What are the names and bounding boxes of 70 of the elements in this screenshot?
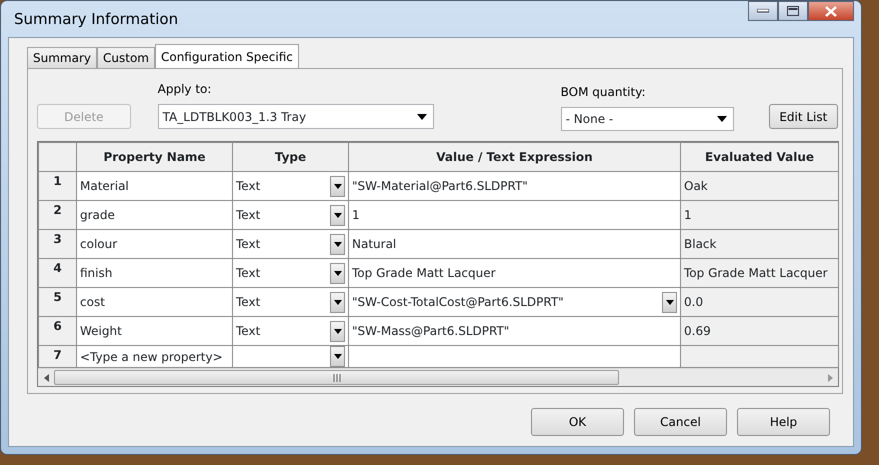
- type-cell[interactable]: Text: [232, 230, 348, 258]
- minimize-button[interactable]: [748, 1, 778, 21]
- type-text: Text: [236, 265, 260, 282]
- bom-quantity-dropdown[interactable]: - None -: [560, 107, 734, 131]
- column-header: Evaluated Value: [680, 142, 838, 172]
- table-cell[interactable]: Weight: [76, 316, 232, 346]
- apply-to-dropdown[interactable]: TA_LDTBLK003_1.3 Tray: [158, 104, 434, 129]
- type-text: Text: [236, 236, 260, 253]
- table-cell: 1: [680, 200, 838, 230]
- tab[interactable]: Custom: [97, 47, 155, 68]
- dropdown-button[interactable]: [330, 204, 345, 226]
- type-text: Text: [236, 294, 260, 311]
- type-cell[interactable]: Text: [232, 200, 348, 230]
- table-cell[interactable]: grade: [76, 200, 232, 230]
- header-cell: [38, 142, 76, 172]
- dropdown-button[interactable]: [330, 234, 345, 254]
- dropdown-button[interactable]: [330, 292, 345, 312]
- window-title: Summary Information: [13, 8, 178, 30]
- maximize-icon: [787, 6, 799, 16]
- table-cell[interactable]: colour: [76, 230, 232, 258]
- dialog-button[interactable]: OK: [531, 408, 624, 436]
- table-cell[interactable]: cost: [76, 288, 232, 316]
- column-header: Type: [232, 142, 348, 172]
- dropdown-button[interactable]: [662, 292, 677, 312]
- type-cell[interactable]: Text: [232, 288, 348, 316]
- row-number: 3: [38, 230, 76, 258]
- apply-to-label: Apply to:: [158, 81, 212, 98]
- table-cell[interactable]: Material: [76, 172, 232, 200]
- type-cell[interactable]: Text: [232, 258, 348, 288]
- type-cell[interactable]: Text: [232, 172, 348, 200]
- edit-list-button[interactable]: Edit List: [768, 104, 838, 129]
- table-cell[interactable]: Natural: [348, 230, 680, 258]
- dialog-button[interactable]: Help: [737, 408, 830, 436]
- row-number: 6: [38, 316, 76, 346]
- table-cell: Top Grade Matt Lacquer: [680, 258, 838, 288]
- row-number: 4: [38, 258, 76, 288]
- close-icon: [825, 6, 837, 16]
- table-cell: 0.0: [680, 288, 838, 316]
- table-cell[interactable]: Top Grade Matt Lacquer: [348, 258, 680, 288]
- type-text: Text: [236, 178, 260, 195]
- type-text: Text: [236, 323, 260, 340]
- dropdown-button[interactable]: [330, 262, 345, 284]
- scrollbar-thumb[interactable]: [54, 370, 619, 385]
- value-editor[interactable]: "SW-Cost-TotalCost@Part6.SLDPRT": [348, 288, 680, 316]
- close-button[interactable]: [808, 1, 854, 21]
- table-cell[interactable]: "SW-Material@Part6.SLDPRT": [348, 172, 680, 200]
- type-cell[interactable]: Text: [232, 316, 348, 346]
- table-cell: Black: [680, 230, 838, 258]
- table-cell[interactable]: "SW-Mass@Part6.SLDPRT": [348, 316, 680, 346]
- maximize-button[interactable]: [778, 1, 808, 21]
- type-text: Text: [236, 207, 260, 224]
- dropdown-button[interactable]: [330, 320, 345, 342]
- dialog-button[interactable]: Cancel: [634, 408, 727, 436]
- dropdown-button[interactable]: [330, 176, 345, 196]
- dropdown-button[interactable]: [330, 346, 345, 366]
- table-cell[interactable]: finish: [76, 258, 232, 288]
- column-header: Value / Text Expression: [348, 142, 680, 172]
- table-cell[interactable]: 1: [348, 200, 680, 230]
- tab[interactable]: Summary: [27, 47, 97, 68]
- column-header: Property Name: [76, 142, 232, 172]
- horizontal-scrollbar[interactable]: [38, 368, 838, 386]
- row-number: 5: [38, 288, 76, 316]
- table-cell: 0.69: [680, 316, 838, 346]
- row-number: 7: [38, 346, 76, 368]
- row-number: 1: [38, 172, 76, 200]
- minimize-icon: [757, 9, 769, 13]
- bom-quantity-label: BOM quantity:: [560, 84, 646, 101]
- tab[interactable]: Configuration Specific: [154, 44, 299, 68]
- row-number: 2: [38, 200, 76, 230]
- table-cell: Oak: [680, 172, 838, 200]
